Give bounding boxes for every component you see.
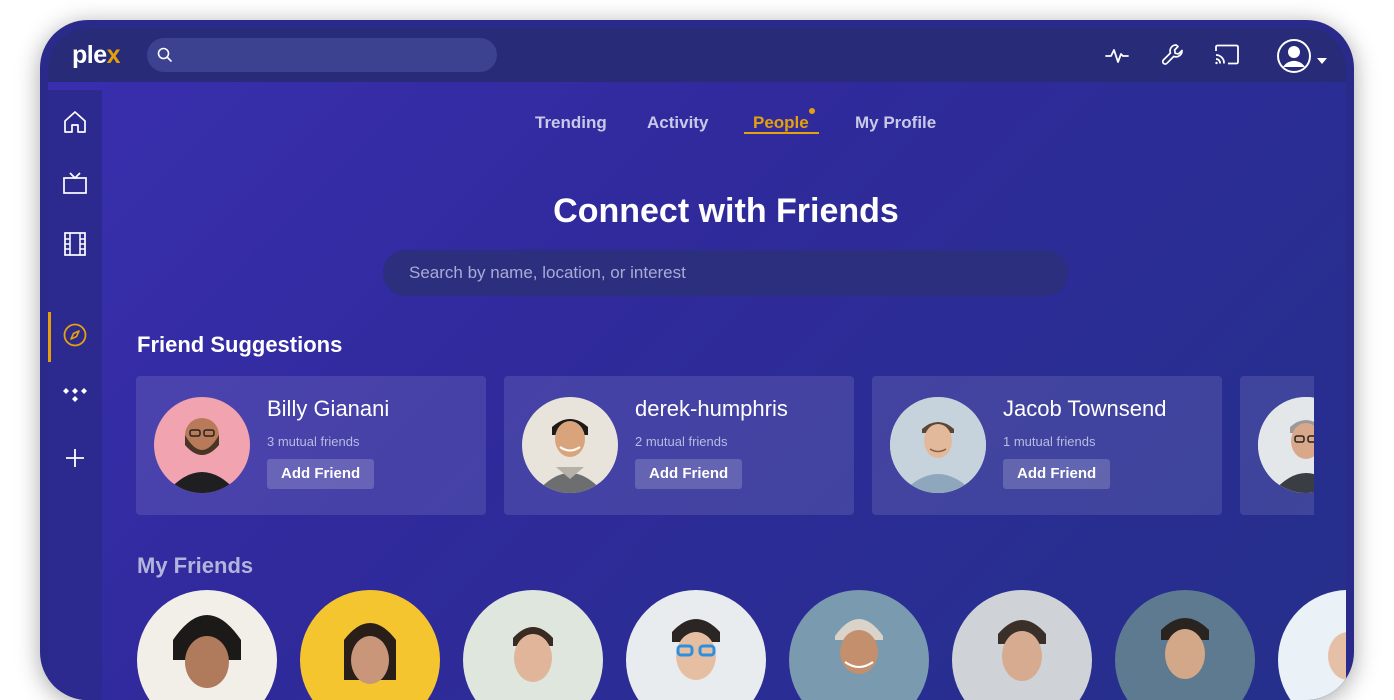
wrench-icon[interactable]	[1160, 42, 1186, 73]
account-menu-button[interactable]	[1276, 38, 1336, 74]
friend-suggestions-heading: Friend Suggestions	[137, 332, 343, 357]
friend-avatar[interactable]	[952, 590, 1092, 700]
compass-icon	[62, 322, 88, 353]
top-bar: plex	[48, 28, 1346, 82]
search-icon	[157, 47, 173, 68]
sidebar-item-movies[interactable]	[48, 226, 102, 266]
activity-icon[interactable]	[1104, 42, 1130, 73]
avatar[interactable]	[1258, 397, 1314, 493]
avatar[interactable]	[890, 397, 986, 493]
active-tab-underline	[744, 132, 819, 134]
tab-trending[interactable]: Trending	[535, 113, 607, 133]
suggestion-name[interactable]: Billy Gianani	[267, 396, 389, 422]
mutual-friends-count: 2 mutual friends	[635, 434, 728, 449]
notification-dot	[809, 108, 815, 114]
plus-icon	[63, 446, 87, 475]
tab-people[interactable]: People	[753, 113, 809, 133]
sidebar-item-discover[interactable]	[48, 317, 102, 357]
tab-my-profile[interactable]: My Profile	[855, 113, 936, 133]
sidebar-item-home[interactable]	[48, 104, 102, 144]
logo-text: ple	[72, 41, 107, 69]
my-friends-heading: My Friends	[137, 553, 254, 578]
people-search-input[interactable]	[383, 250, 1068, 296]
friend-avatar[interactable]	[463, 590, 603, 700]
suggestion-card-partial	[1240, 376, 1314, 515]
tidal-icon	[61, 386, 89, 411]
add-friend-button[interactable]: Add Friend	[635, 459, 743, 489]
suggestion-card: Jacob Townsend 1 mutual friends Add Frie…	[872, 376, 1222, 515]
caret-down-icon	[1316, 52, 1328, 70]
tab-activity[interactable]: Activity	[647, 113, 708, 133]
film-icon	[62, 231, 88, 262]
user-avatar-icon	[1276, 38, 1312, 79]
plex-logo[interactable]: plex	[72, 41, 121, 70]
suggestion-name[interactable]: derek-humphris	[635, 396, 788, 422]
top-search-input[interactable]	[147, 38, 497, 72]
suggestion-name[interactable]: Jacob Townsend	[1003, 396, 1167, 422]
avatar[interactable]	[154, 397, 250, 493]
friend-avatar[interactable]	[626, 590, 766, 700]
friend-avatar[interactable]	[300, 590, 440, 700]
suggestion-card: Billy Gianani 3 mutual friends Add Frien…	[136, 376, 486, 515]
page-title: Connect with Friends	[553, 192, 899, 230]
mutual-friends-count: 3 mutual friends	[267, 434, 360, 449]
mutual-friends-count: 1 mutual friends	[1003, 434, 1096, 449]
friend-avatar[interactable]	[137, 590, 277, 700]
suggestion-card: derek-humphris 2 mutual friends Add Frie…	[504, 376, 854, 515]
friend-avatar[interactable]	[1278, 590, 1346, 700]
add-friend-button[interactable]: Add Friend	[267, 459, 375, 489]
avatar[interactable]	[522, 397, 618, 493]
friend-avatar[interactable]	[789, 590, 929, 700]
sidebar-item-tidal[interactable]	[48, 378, 102, 418]
home-icon	[62, 109, 88, 140]
sidebar	[48, 90, 102, 700]
sidebar-item-add[interactable]	[48, 440, 102, 480]
app-screen: plex Trending Activity People My Profile…	[48, 28, 1346, 700]
friend-avatar[interactable]	[1115, 590, 1255, 700]
add-friend-button[interactable]: Add Friend	[1003, 459, 1111, 489]
cast-icon[interactable]	[1213, 42, 1241, 73]
logo-accent: x	[106, 41, 121, 69]
app-window: plex Trending Activity People My Profile…	[40, 20, 1354, 700]
